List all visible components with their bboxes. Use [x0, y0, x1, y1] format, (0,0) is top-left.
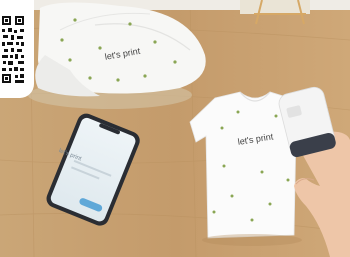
qr-code-icon — [2, 16, 24, 83]
qr-code-badge[interactable] — [0, 0, 34, 98]
product-scene: let's print let's print let's print — [0, 0, 350, 257]
scene-illustration — [0, 0, 350, 257]
